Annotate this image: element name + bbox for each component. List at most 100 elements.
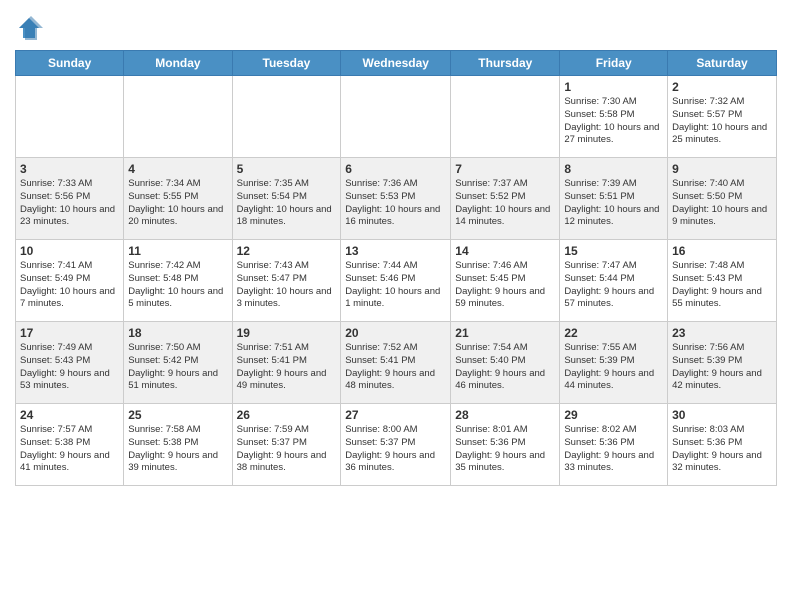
weekday-header-row: SundayMondayTuesdayWednesdayThursdayFrid… — [16, 51, 777, 76]
calendar-cell: 19 Sunrise: 7:51 AM Sunset: 5:41 PM Dayli… — [232, 322, 341, 404]
day-number: 18 — [128, 326, 227, 340]
day-number: 28 — [455, 408, 555, 422]
day-info: Sunrise: 7:39 AM Sunset: 5:51 PM Dayligh… — [564, 178, 663, 229]
day-number: 6 — [345, 162, 446, 176]
day-info: Sunrise: 7:32 AM Sunset: 5:57 PM Dayligh… — [672, 96, 772, 147]
day-info: Sunrise: 7:41 AM Sunset: 5:49 PM Dayligh… — [20, 260, 119, 311]
day-number: 5 — [237, 162, 337, 176]
day-number: 17 — [20, 326, 119, 340]
day-info: Sunrise: 7:50 AM Sunset: 5:42 PM Dayligh… — [128, 342, 227, 393]
day-number: 10 — [20, 244, 119, 258]
weekday-header-friday: Friday — [560, 51, 668, 76]
day-info: Sunrise: 7:55 AM Sunset: 5:39 PM Dayligh… — [564, 342, 663, 393]
calendar-cell: 3Sunrise: 7:33 AM Sunset: 5:56 PM Daylig… — [16, 158, 124, 240]
day-info: Sunrise: 7:37 AM Sunset: 5:52 PM Dayligh… — [455, 178, 555, 229]
logo-icon — [15, 14, 43, 42]
calendar-cell: 1 Sunrise: 7:30 AM Sunset: 5:58 PM Daylig… — [560, 76, 668, 158]
calendar-cell: 18 Sunrise: 7:50 AM Sunset: 5:42 PM Dayli… — [124, 322, 232, 404]
calendar-week-2: 3Sunrise: 7:33 AM Sunset: 5:56 PM Daylig… — [16, 158, 777, 240]
day-info: Sunrise: 7:51 AM Sunset: 5:41 PM Dayligh… — [237, 342, 337, 393]
calendar-cell: 2 Sunrise: 7:32 AM Sunset: 5:57 PM Daylig… — [668, 76, 777, 158]
calendar-table: SundayMondayTuesdayWednesdayThursdayFrid… — [15, 50, 777, 486]
day-info: Sunrise: 7:30 AM Sunset: 5:58 PM Dayligh… — [564, 96, 663, 147]
day-info: Sunrise: 7:58 AM Sunset: 5:38 PM Dayligh… — [128, 424, 227, 475]
calendar-cell: 17 Sunrise: 7:49 AM Sunset: 5:43 PM Dayli… — [16, 322, 124, 404]
calendar-cell — [16, 76, 124, 158]
calendar-cell: 16 Sunrise: 7:48 AM Sunset: 5:43 PM Dayli… — [668, 240, 777, 322]
day-number: 26 — [237, 408, 337, 422]
calendar-cell: 8Sunrise: 7:39 AM Sunset: 5:51 PM Daylig… — [560, 158, 668, 240]
calendar-cell — [341, 76, 451, 158]
day-info: Sunrise: 7:49 AM Sunset: 5:43 PM Dayligh… — [20, 342, 119, 393]
day-number: 9 — [672, 162, 772, 176]
calendar-cell: 12Sunrise: 7:43 AM Sunset: 5:47 PM Dayli… — [232, 240, 341, 322]
day-number: 20 — [345, 326, 446, 340]
day-number: 19 — [237, 326, 337, 340]
calendar-cell: 4 Sunrise: 7:34 AM Sunset: 5:55 PM Daylig… — [124, 158, 232, 240]
day-info: Sunrise: 8:02 AM Sunset: 5:36 PM Dayligh… — [564, 424, 663, 475]
day-number: 4 — [128, 162, 227, 176]
day-number: 22 — [564, 326, 663, 340]
day-info: Sunrise: 7:54 AM Sunset: 5:40 PM Dayligh… — [455, 342, 555, 393]
calendar-body: 1 Sunrise: 7:30 AM Sunset: 5:58 PM Daylig… — [16, 76, 777, 486]
calendar-cell: 29 Sunrise: 8:02 AM Sunset: 5:36 PM Dayli… — [560, 404, 668, 486]
day-info: Sunrise: 8:01 AM Sunset: 5:36 PM Dayligh… — [455, 424, 555, 475]
calendar-week-4: 17 Sunrise: 7:49 AM Sunset: 5:43 PM Dayli… — [16, 322, 777, 404]
day-number: 25 — [128, 408, 227, 422]
day-info: Sunrise: 7:52 AM Sunset: 5:41 PM Dayligh… — [345, 342, 446, 393]
day-number: 15 — [564, 244, 663, 258]
calendar-cell — [232, 76, 341, 158]
day-number: 14 — [455, 244, 555, 258]
weekday-header-wednesday: Wednesday — [341, 51, 451, 76]
calendar-week-3: 10 Sunrise: 7:41 AM Sunset: 5:49 PM Dayli… — [16, 240, 777, 322]
day-number: 24 — [20, 408, 119, 422]
day-info: Sunrise: 7:44 AM Sunset: 5:46 PM Dayligh… — [345, 260, 446, 311]
weekday-header-thursday: Thursday — [451, 51, 560, 76]
calendar-week-5: 24 Sunrise: 7:57 AM Sunset: 5:38 PM Dayli… — [16, 404, 777, 486]
calendar-cell: 27Sunrise: 8:00 AM Sunset: 5:37 PM Dayli… — [341, 404, 451, 486]
calendar-cell: 11 Sunrise: 7:42 AM Sunset: 5:48 PM Dayli… — [124, 240, 232, 322]
calendar-cell: 20 Sunrise: 7:52 AM Sunset: 5:41 PM Dayli… — [341, 322, 451, 404]
day-number: 13 — [345, 244, 446, 258]
calendar-cell — [451, 76, 560, 158]
day-info: Sunrise: 7:57 AM Sunset: 5:38 PM Dayligh… — [20, 424, 119, 475]
day-info: Sunrise: 7:56 AM Sunset: 5:39 PM Dayligh… — [672, 342, 772, 393]
day-info: Sunrise: 7:40 AM Sunset: 5:50 PM Dayligh… — [672, 178, 772, 229]
calendar-cell: 7 Sunrise: 7:37 AM Sunset: 5:52 PM Daylig… — [451, 158, 560, 240]
day-info: Sunrise: 7:42 AM Sunset: 5:48 PM Dayligh… — [128, 260, 227, 311]
day-info: Sunrise: 7:35 AM Sunset: 5:54 PM Dayligh… — [237, 178, 337, 229]
calendar-cell: 25 Sunrise: 7:58 AM Sunset: 5:38 PM Dayli… — [124, 404, 232, 486]
day-info: Sunrise: 7:46 AM Sunset: 5:45 PM Dayligh… — [455, 260, 555, 311]
calendar-cell: 5 Sunrise: 7:35 AM Sunset: 5:54 PM Daylig… — [232, 158, 341, 240]
day-info: Sunrise: 7:47 AM Sunset: 5:44 PM Dayligh… — [564, 260, 663, 311]
day-number: 29 — [564, 408, 663, 422]
calendar-cell: 10 Sunrise: 7:41 AM Sunset: 5:49 PM Dayli… — [16, 240, 124, 322]
weekday-header-sunday: Sunday — [16, 51, 124, 76]
day-info: Sunrise: 7:59 AM Sunset: 5:37 PM Dayligh… — [237, 424, 337, 475]
weekday-header-saturday: Saturday — [668, 51, 777, 76]
weekday-header-tuesday: Tuesday — [232, 51, 341, 76]
calendar-header: SundayMondayTuesdayWednesdayThursdayFrid… — [16, 51, 777, 76]
day-info: Sunrise: 7:36 AM Sunset: 5:53 PM Dayligh… — [345, 178, 446, 229]
calendar-cell: 6 Sunrise: 7:36 AM Sunset: 5:53 PM Daylig… — [341, 158, 451, 240]
calendar-week-1: 1 Sunrise: 7:30 AM Sunset: 5:58 PM Daylig… — [16, 76, 777, 158]
calendar-cell: 9 Sunrise: 7:40 AM Sunset: 5:50 PM Daylig… — [668, 158, 777, 240]
calendar-cell: 23Sunrise: 7:56 AM Sunset: 5:39 PM Dayli… — [668, 322, 777, 404]
calendar-cell: 30Sunrise: 8:03 AM Sunset: 5:36 PM Dayli… — [668, 404, 777, 486]
day-number: 2 — [672, 80, 772, 94]
day-info: Sunrise: 7:48 AM Sunset: 5:43 PM Dayligh… — [672, 260, 772, 311]
day-info: Sunrise: 7:34 AM Sunset: 5:55 PM Dayligh… — [128, 178, 227, 229]
day-number: 21 — [455, 326, 555, 340]
page-container: SundayMondayTuesdayWednesdayThursdayFrid… — [0, 0, 792, 496]
day-number: 11 — [128, 244, 227, 258]
day-number: 1 — [564, 80, 663, 94]
calendar-cell: 22 Sunrise: 7:55 AM Sunset: 5:39 PM Dayli… — [560, 322, 668, 404]
logo — [15, 14, 47, 42]
calendar-cell: 14 Sunrise: 7:46 AM Sunset: 5:45 PM Dayli… — [451, 240, 560, 322]
calendar-cell: 13 Sunrise: 7:44 AM Sunset: 5:46 PM Dayli… — [341, 240, 451, 322]
calendar-cell: 28 Sunrise: 8:01 AM Sunset: 5:36 PM Dayli… — [451, 404, 560, 486]
weekday-header-monday: Monday — [124, 51, 232, 76]
day-number: 16 — [672, 244, 772, 258]
day-number: 27 — [345, 408, 446, 422]
day-number: 7 — [455, 162, 555, 176]
